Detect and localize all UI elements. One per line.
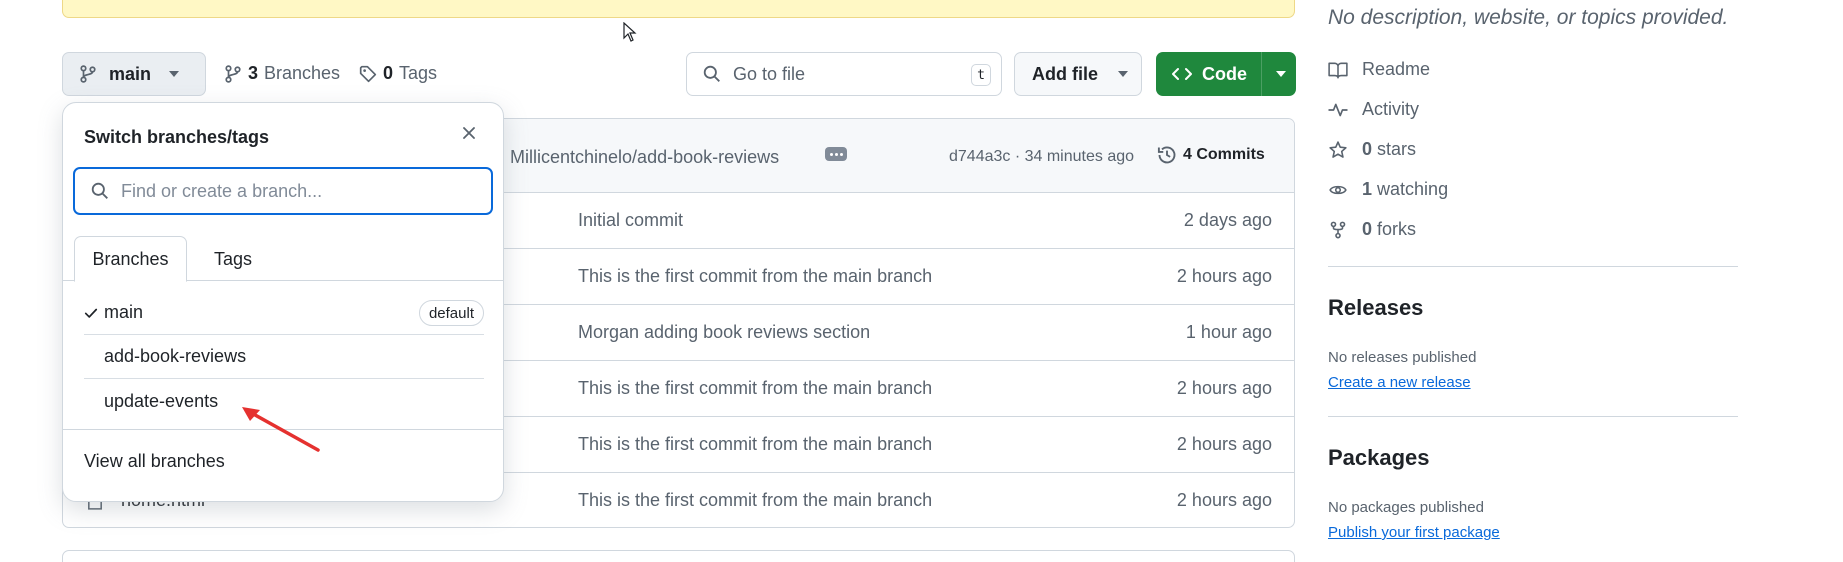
git-branch-icon [225, 64, 241, 83]
commit-age: 2 hours ago [1176, 490, 1272, 510]
branches-label: Branches [264, 63, 341, 83]
eye-icon [1329, 185, 1347, 194]
view-all-branches-label: View all branches [84, 451, 225, 471]
stars-label: stars [1377, 139, 1417, 159]
readme-label: Readme [1362, 59, 1431, 79]
branches-count: 3 [248, 63, 259, 83]
pulse-icon [1328, 103, 1348, 116]
go-to-file-input[interactable]: Go to file t [686, 52, 1002, 96]
commit-message[interactable]: This is the first commit from the main b… [578, 266, 932, 287]
branch-selector-button[interactable]: main [62, 52, 206, 96]
tab-tags[interactable]: Tags [204, 236, 262, 282]
tags-link[interactable]: 0 Tags [359, 63, 437, 84]
readme-link[interactable]: Readme [1328, 59, 1430, 80]
commit-age: 1 hour ago [1185, 322, 1272, 342]
search-icon [91, 182, 108, 199]
fork-icon [1330, 221, 1346, 238]
notice-banner [62, 0, 1295, 18]
tag-icon [359, 65, 377, 82]
activity-label: Activity [1362, 99, 1420, 119]
readme-panel [62, 550, 1295, 562]
add-file-button[interactable]: Add file [1014, 52, 1142, 96]
releases-empty-text: No releases published [1328, 349, 1477, 366]
branch-item-add-book-reviews[interactable]: add-book-reviews [84, 335, 484, 379]
stars-count: 0 [1362, 139, 1373, 159]
commit-age: 2 hours ago [1176, 378, 1272, 398]
about-description: No description, website, or topics provi… [1328, 6, 1729, 29]
dropdown-title: Switch branches/tags [84, 127, 270, 147]
releases-heading[interactable]: Releases [1328, 295, 1423, 321]
latest-commit-message[interactable]: Millicentchinelo/add-book-reviews [510, 147, 779, 168]
git-branch-icon [80, 65, 96, 83]
star-icon [1329, 140, 1347, 158]
chevron-down-icon [1118, 71, 1128, 77]
forks-count: 0 [1362, 219, 1373, 239]
commits-link[interactable]: 4 Commits [1157, 145, 1265, 165]
divider [1328, 416, 1738, 417]
commit-age: 2 hours ago [1176, 434, 1272, 454]
commits-count: 4 Commits [1183, 146, 1265, 163]
commit-age: 2 hours ago [1176, 266, 1272, 286]
packages-heading[interactable]: Packages [1328, 445, 1430, 471]
commit-message[interactable]: This is the first commit from the main b… [578, 434, 932, 455]
tags-label: Tags [399, 63, 438, 83]
branch-search-input[interactable] [121, 180, 441, 202]
search-icon [703, 65, 720, 82]
code-icon [1172, 68, 1192, 80]
commit-message[interactable]: Initial commit [578, 210, 683, 231]
add-file-label: Add file [1032, 63, 1098, 84]
branch-search-field[interactable] [73, 167, 493, 215]
create-release-link[interactable]: Create a new release [1328, 374, 1471, 391]
annotation-arrow-icon [242, 407, 320, 452]
chevron-down-icon [1276, 71, 1286, 77]
forks-label: forks [1377, 219, 1417, 239]
keyboard-shortcut-hint: t [971, 64, 991, 86]
commit-message[interactable]: This is the first commit from the main b… [578, 490, 932, 511]
forks-link[interactable]: 0 forks [1328, 219, 1416, 240]
divider [1328, 266, 1738, 267]
watching-link[interactable]: 1 watching [1328, 179, 1448, 200]
publish-package-link[interactable]: Publish your first package [1328, 524, 1500, 541]
code-label: Code [1202, 63, 1247, 84]
commit-hash-time[interactable]: d744a3c · 34 minutes ago [949, 148, 1134, 166]
commit-message[interactable]: This is the first commit from the main b… [578, 378, 932, 399]
code-button[interactable]: Code [1156, 52, 1296, 96]
commit-age: 2 days ago [1183, 210, 1272, 230]
branch-name: add-book-reviews [104, 346, 247, 366]
tags-count: 0 [383, 63, 394, 83]
commit-message[interactable]: Morgan adding book reviews section [578, 322, 870, 343]
close-icon[interactable] [461, 125, 477, 141]
watching-label: watching [1377, 179, 1449, 199]
branch-name: update-events [104, 390, 219, 411]
current-branch-label: main [109, 63, 152, 84]
tab-branches[interactable]: Branches [74, 236, 187, 282]
chevron-down-icon [169, 71, 180, 77]
branches-link[interactable]: 3 Branches [224, 63, 340, 84]
branch-name: main [104, 302, 144, 322]
branch-item-main[interactable]: main default [84, 291, 484, 335]
book-icon [1328, 62, 1348, 79]
packages-empty-text: No packages published [1328, 499, 1484, 516]
history-icon [1157, 146, 1176, 164]
stars-link[interactable]: 0 stars [1328, 139, 1416, 160]
go-to-file-placeholder: Go to file [733, 63, 806, 84]
default-badge: default [418, 300, 484, 326]
mouse-cursor-icon [623, 22, 637, 42]
ellipsis-icon[interactable] [825, 147, 847, 161]
activity-link[interactable]: Activity [1328, 99, 1419, 120]
check-icon [84, 306, 104, 320]
dropdown-tabs: Branches Tags [63, 236, 503, 282]
watching-count: 1 [1362, 179, 1373, 199]
button-divider [1261, 52, 1262, 96]
